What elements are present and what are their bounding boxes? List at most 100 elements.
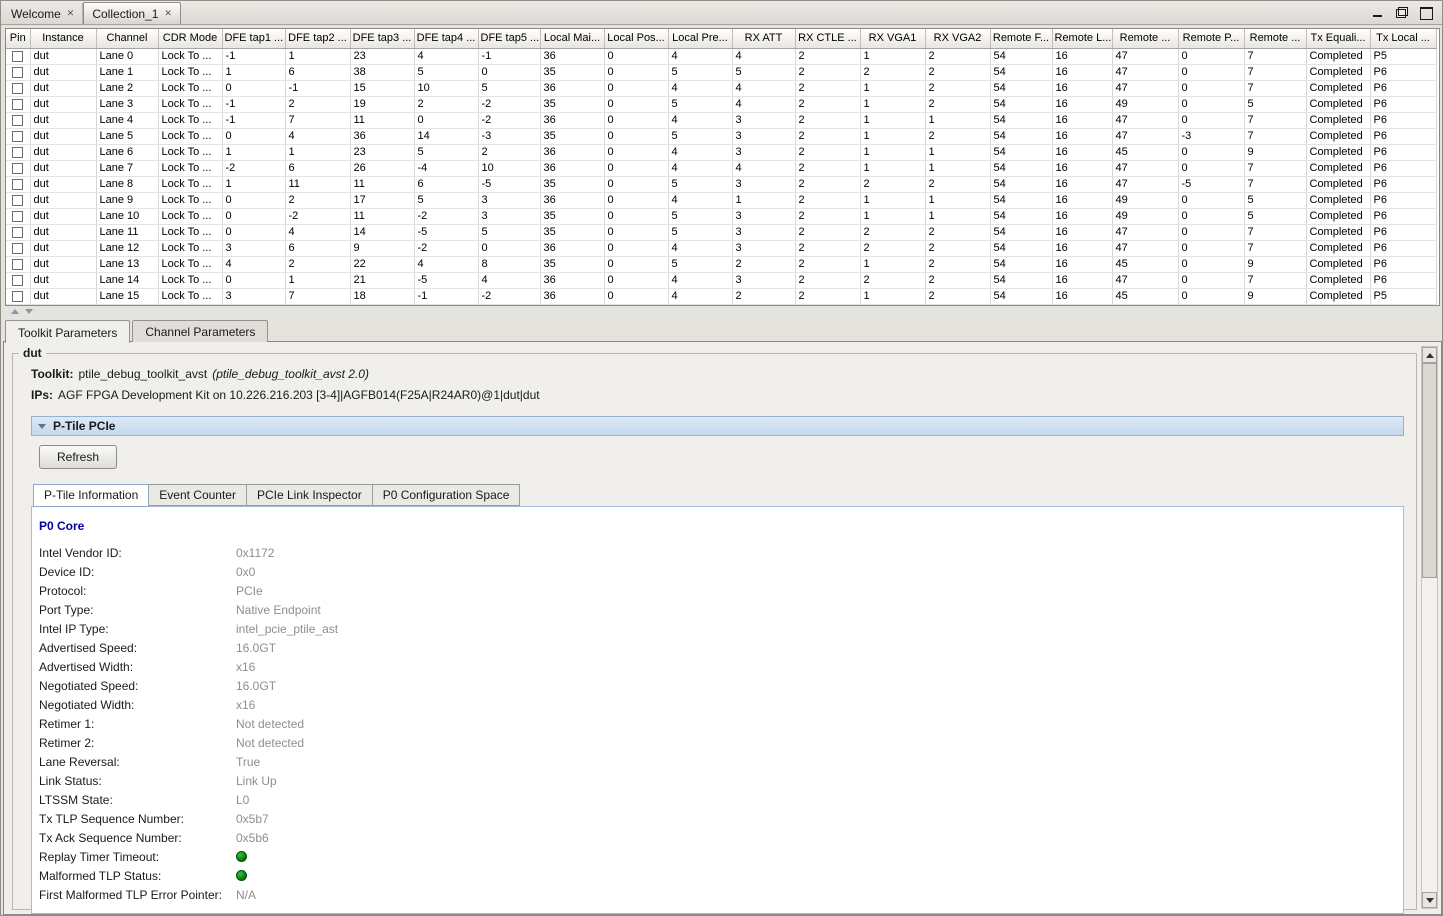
pin-checkbox[interactable] (12, 51, 23, 62)
cell: 18 (350, 288, 414, 304)
restore-icon[interactable] (1396, 7, 1408, 18)
column-header-remote[interactable]: Remote ... (1112, 29, 1178, 48)
column-header-rx-vga1[interactable]: RX VGA1 (860, 29, 925, 48)
cell: 0 (478, 64, 540, 80)
column-header-remote-f[interactable]: Remote F... (990, 29, 1052, 48)
tab-close-icon[interactable]: ✕ (164, 9, 172, 18)
column-header-dfe-tap5[interactable]: DFE tap5 ... (478, 29, 540, 48)
pin-checkbox[interactable] (12, 179, 23, 190)
cell: 36 (540, 240, 604, 256)
table-row[interactable]: dutLane 7Lock To ...-2626-41036044211541… (6, 160, 1436, 176)
pin-checkbox[interactable] (12, 131, 23, 142)
table-row[interactable]: dutLane 2Lock To ...0-115105360442125416… (6, 80, 1436, 96)
cell: 5 (668, 208, 732, 224)
column-header-local-mai[interactable]: Local Mai... (540, 29, 604, 48)
column-header-rx-att[interactable]: RX ATT (732, 29, 795, 48)
tab-toolkit-parameters[interactable]: Toolkit Parameters (5, 320, 130, 343)
table-row[interactable]: dutLane 3Lock To ...-12192-2350542125416… (6, 96, 1436, 112)
table-row[interactable]: dutLane 1Lock To ...16385035055222541647… (6, 64, 1436, 80)
cell: -5 (1178, 176, 1244, 192)
ptile-pcie-section-header[interactable]: P-Tile PCIe (31, 416, 1404, 436)
scroll-down-button[interactable] (1422, 892, 1437, 908)
table-row[interactable]: dutLane 8Lock To ...111116-5350532225416… (6, 176, 1436, 192)
cell: Completed (1306, 272, 1370, 288)
editor-tab-collection-1[interactable]: Collection_1✕ (83, 2, 181, 24)
cell: 16 (1052, 80, 1112, 96)
column-header-remote-p[interactable]: Remote P... (1178, 29, 1244, 48)
pin-checkbox[interactable] (12, 67, 23, 78)
column-header-cdr-mode[interactable]: CDR Mode (158, 29, 222, 48)
pin-checkbox[interactable] (12, 227, 23, 238)
pin-checkbox[interactable] (12, 195, 23, 206)
column-header-dfe-tap4[interactable]: DFE tap4 ... (414, 29, 478, 48)
tab-pcie-link-inspector[interactable]: PCIe Link Inspector (247, 484, 373, 506)
pin-checkbox[interactable] (12, 163, 23, 174)
field-value: intel_pcie_ptile_ast (236, 622, 338, 636)
table-row[interactable]: dutLane 12Lock To ...369-203604322254164… (6, 240, 1436, 256)
cell: 7 (1244, 240, 1306, 256)
collapse-up-icon[interactable] (11, 309, 19, 314)
table-row[interactable]: dutLane 5Lock To ...043614-3350532125416… (6, 128, 1436, 144)
column-header-rx-ctle[interactable]: RX CTLE ... (795, 29, 860, 48)
splitter-collapse-icons[interactable] (11, 309, 33, 314)
collapse-down-icon[interactable] (25, 309, 33, 314)
table-row[interactable]: dutLane 10Lock To ...0-211-2335053211541… (6, 208, 1436, 224)
pin-checkbox[interactable] (12, 243, 23, 254)
table-row[interactable]: dutLane 14Lock To ...0121-54360432225416… (6, 272, 1436, 288)
scrollbar-thumb[interactable] (1422, 363, 1437, 578)
tab-p-tile-information[interactable]: P-Tile Information (33, 484, 149, 507)
pin-checkbox[interactable] (12, 259, 23, 270)
table-row[interactable]: dutLane 11Lock To ...0414-55350532225416… (6, 224, 1436, 240)
scroll-up-button[interactable] (1422, 347, 1437, 363)
pin-checkbox[interactable] (12, 275, 23, 286)
column-header-tx-equali[interactable]: Tx Equali... (1306, 29, 1370, 48)
cell: 3 (732, 128, 795, 144)
tab-close-icon[interactable]: ✕ (67, 9, 75, 18)
column-header-local-pos[interactable]: Local Pos... (604, 29, 668, 48)
column-header-local-pre[interactable]: Local Pre... (668, 29, 732, 48)
pin-checkbox[interactable] (12, 115, 23, 126)
cell: 1 (860, 80, 925, 96)
column-header-dfe-tap1[interactable]: DFE tap1 ... (222, 29, 285, 48)
tab-channel-parameters[interactable]: Channel Parameters (132, 320, 268, 342)
cell: 2 (795, 192, 860, 208)
table-row[interactable]: dutLane 0Lock To ...-11234-1360442125416… (6, 48, 1436, 64)
column-header-dfe-tap2[interactable]: DFE tap2 ... (285, 29, 350, 48)
maximize-icon[interactable] (1420, 7, 1432, 18)
vertical-scrollbar[interactable] (1421, 346, 1438, 909)
column-header-dfe-tap3[interactable]: DFE tap3 ... (350, 29, 414, 48)
table-row[interactable]: dutLane 4Lock To ...-17110-2360432115416… (6, 112, 1436, 128)
column-header-pin[interactable]: Pin (6, 29, 30, 48)
table-row[interactable]: dutLane 6Lock To ...11235236043211541645… (6, 144, 1436, 160)
column-header-remote-l[interactable]: Remote L... (1052, 29, 1112, 48)
pin-checkbox[interactable] (12, 99, 23, 110)
cell: 2 (795, 272, 860, 288)
section-collapse-icon[interactable] (38, 424, 46, 429)
cell: 26 (350, 160, 414, 176)
cell: 0 (1178, 112, 1244, 128)
pin-checkbox[interactable] (12, 83, 23, 94)
splitter-handle[interactable] (1, 308, 1442, 317)
pin-checkbox[interactable] (12, 211, 23, 222)
pin-checkbox[interactable] (12, 291, 23, 302)
tab-event-counter[interactable]: Event Counter (149, 484, 247, 506)
table-row[interactable]: dutLane 15Lock To ...3718-1-236042212541… (6, 288, 1436, 304)
editor-tab-welcome[interactable]: Welcome✕ (3, 3, 83, 24)
pin-checkbox[interactable] (12, 147, 23, 158)
column-header-tx-local[interactable]: Tx Local ... (1370, 29, 1436, 48)
cell: 2 (795, 48, 860, 64)
refresh-button[interactable]: Refresh (39, 445, 117, 469)
cell: 2 (925, 80, 990, 96)
cell: 2 (925, 96, 990, 112)
column-header-remote[interactable]: Remote ... (1244, 29, 1306, 48)
tab-p0-configuration-space[interactable]: P0 Configuration Space (373, 484, 521, 506)
cell: 0 (604, 192, 668, 208)
column-header-channel[interactable]: Channel (96, 29, 158, 48)
cell: 0 (1178, 272, 1244, 288)
table-row[interactable]: dutLane 9Lock To ...02175336041211541649… (6, 192, 1436, 208)
table-row[interactable]: dutLane 13Lock To ...4222483505221254164… (6, 256, 1436, 272)
column-header-instance[interactable]: Instance (30, 29, 96, 48)
minimize-icon[interactable] (1372, 7, 1384, 18)
cell: dut (30, 176, 96, 192)
column-header-rx-vga2[interactable]: RX VGA2 (925, 29, 990, 48)
